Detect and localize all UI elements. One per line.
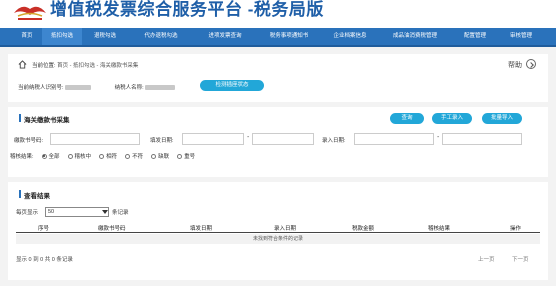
- entry-date-label: 录入日期:: [322, 138, 346, 144]
- radio-duplicate[interactable]: 重号: [177, 152, 195, 160]
- radio-dot[interactable]: [177, 153, 183, 159]
- radio-auditing[interactable]: 稽核中: [67, 152, 92, 160]
- nav-review[interactable]: 审核管理: [498, 28, 544, 45]
- header: 增值税发票综合服务平台 -税务局版: [0, 0, 556, 28]
- per-page-suffix: 条记录: [112, 210, 129, 216]
- radio-dot[interactable]: [151, 153, 157, 159]
- radio-match[interactable]: 相符: [99, 152, 117, 160]
- taxpayer-name-redacted: [145, 85, 176, 91]
- next-page-button[interactable]: 下一页: [512, 255, 529, 263]
- taxpayer-id-label: 当前纳税人识别号:: [18, 85, 64, 91]
- query-button[interactable]: 查询: [390, 113, 424, 124]
- issue-date-label: 填发日期:: [150, 138, 174, 144]
- nav-home[interactable]: 首页: [12, 28, 42, 45]
- audit-result-filter: 稽核结果: 全部 稽核中 相符 不符 缺联 重号: [10, 152, 195, 160]
- col-actions: 操作: [510, 226, 522, 232]
- prev-page-button[interactable]: 上一页: [478, 255, 495, 263]
- nav-input-invoice-query[interactable]: 进项发票查询: [194, 28, 256, 45]
- issue-date-start-input[interactable]: [182, 133, 244, 145]
- radio-dot[interactable]: [67, 153, 73, 159]
- col-payment-number: 缴款书号码: [98, 226, 126, 232]
- payment-number-input[interactable]: [50, 133, 140, 145]
- nav-agent-refund-select[interactable]: 代办退税勾选: [128, 28, 194, 45]
- payment-number-label: 缴款书号码:: [14, 138, 44, 144]
- radio-match-label: 相符: [106, 154, 118, 160]
- page-size-select[interactable]: 50: [45, 207, 109, 217]
- table-header: 序号 缴款书号码 填发日期 录入日期 税款金额 稽核结果 操作: [16, 223, 540, 233]
- home-icon: [18, 60, 27, 69]
- chevron-down-icon[interactable]: [102, 210, 108, 214]
- breadcrumb: 当前位置: 首页 - 抵扣勾选 - 海关缴款书采集: [32, 61, 138, 69]
- radio-all-label: 全部: [48, 154, 60, 160]
- entry-date-end-input[interactable]: [442, 133, 522, 145]
- col-index: 序号: [38, 226, 50, 232]
- radio-dot[interactable]: [99, 153, 105, 159]
- site-title: 增值税发票综合服务平台 -税务局版: [50, 0, 324, 19]
- radio-mismatch[interactable]: 不符: [125, 152, 143, 160]
- entry-date-start-input[interactable]: [354, 133, 434, 145]
- breadcrumb-path: 首页 - 抵扣勾选 - 海关缴款书采集: [57, 63, 139, 69]
- nav-refined-oil-tax[interactable]: 成品油消费税管理: [378, 28, 452, 45]
- taxpayer-name-label: 纳税人名称:: [114, 85, 144, 91]
- breadcrumb-label: 当前位置:: [32, 63, 56, 69]
- radio-missing[interactable]: 缺联: [151, 152, 169, 160]
- audit-result-label: 稽核结果:: [10, 154, 34, 160]
- record-summary: 显示 0 到 0 共 0 条记录: [16, 257, 73, 263]
- issue-date-end-input[interactable]: [252, 133, 314, 145]
- radio-dot[interactable]: [125, 153, 131, 159]
- check-socket-button[interactable]: 检测插座状态: [200, 80, 264, 91]
- nav-enterprise-archive[interactable]: 企业档案信息: [322, 28, 378, 45]
- nav-refund-select[interactable]: 退税勾选: [82, 28, 128, 45]
- col-tax-amount: 税款金额: [352, 226, 375, 232]
- tax-emblem-logo: [14, 6, 46, 20]
- issue-date-separator: -: [247, 134, 250, 141]
- col-audit-result: 稽核结果: [428, 226, 451, 232]
- taxpayer-info-panel: 当前位置: 首页 - 抵扣勾选 - 海关缴款书采集 帮助 当前纳税人识别号: 纳…: [8, 54, 548, 102]
- help-arrow-icon[interactable]: [526, 59, 536, 69]
- taxpayer-line: 当前纳税人识别号: 纳税人名称:: [18, 83, 176, 91]
- entry-date-separator: -: [437, 134, 440, 141]
- col-issue-date: 填发日期: [190, 226, 213, 232]
- page-size-label: 每页显示: [16, 210, 39, 216]
- results-title: 查看结果: [19, 190, 50, 200]
- main-nav: 首页 抵扣勾选 退税勾选 代办退税勾选 进项发票查询 税务事项通知书 企业档案信…: [0, 28, 556, 47]
- empty-row: 未找到符合条件的记录: [16, 234, 540, 244]
- col-entry-date: 录入日期: [274, 226, 297, 232]
- batch-import-button[interactable]: 批量导入: [482, 113, 522, 124]
- search-panel: 海关缴款书采集 查询 手工录入 批量导入 缴款书号码: 填发日期: - 录入日期…: [8, 107, 548, 177]
- radio-auditing-label: 稽核中: [74, 154, 92, 160]
- manual-entry-button[interactable]: 手工录入: [432, 113, 472, 124]
- radio-missing-label: 缺联: [158, 154, 170, 160]
- results-panel: 查看结果 每页显示 50 条记录 序号 缴款书号码 填发日期 录入日期 税款金额…: [8, 182, 548, 280]
- help-link[interactable]: 帮助: [508, 60, 522, 70]
- radio-mismatch-label: 不符: [132, 154, 144, 160]
- radio-duplicate-label: 重号: [184, 154, 196, 160]
- radio-dot[interactable]: [41, 153, 47, 159]
- nav-config[interactable]: 配置管理: [452, 28, 498, 45]
- radio-all[interactable]: 全部: [41, 152, 60, 160]
- nav-deduct-select[interactable]: 抵扣勾选: [42, 28, 82, 45]
- search-title: 海关缴款书采集: [19, 114, 70, 124]
- nav-tax-notice[interactable]: 税务事项通知书: [256, 28, 322, 45]
- taxpayer-id-redacted: [65, 85, 92, 91]
